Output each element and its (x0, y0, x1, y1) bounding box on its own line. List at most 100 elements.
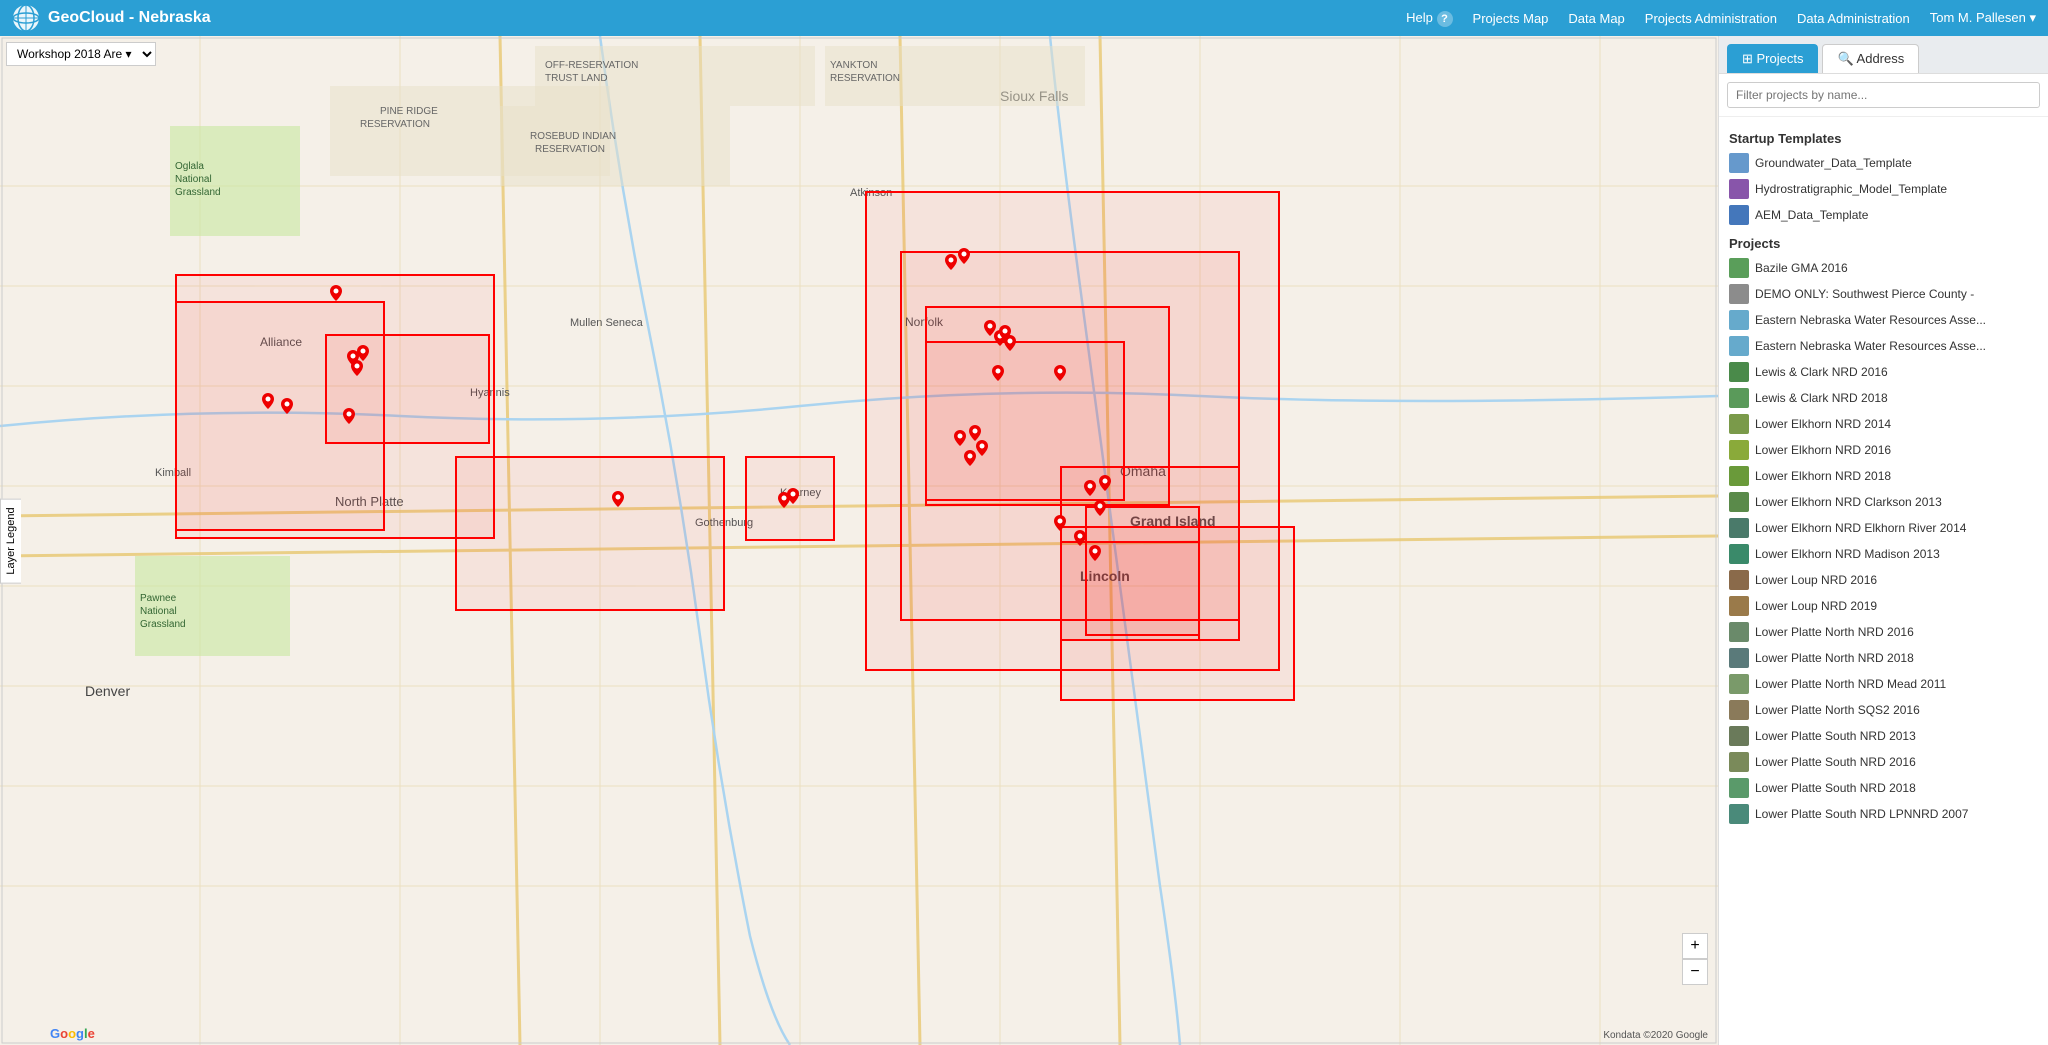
project-name-label: Eastern Nebraska Water Resources Asse... (1755, 313, 1986, 327)
nav-user-menu[interactable]: Tom M. Pallesen ▾ (1930, 10, 2036, 26)
project-thumbnail (1729, 674, 1749, 694)
project-thumbnail (1729, 648, 1749, 668)
project-thumbnail (1729, 622, 1749, 642)
project-list-item[interactable]: Lower Platte North NRD Mead 2011 (1719, 671, 2048, 697)
project-list-item[interactable]: Lewis & Clark NRD 2016 (1719, 359, 2048, 385)
map-pin[interactable] (357, 345, 369, 361)
project-list-item[interactable]: Lower Platte South NRD 2018 (1719, 775, 2048, 801)
map-pin[interactable] (1099, 475, 1111, 491)
nav-projects-map[interactable]: Projects Map (1473, 11, 1549, 26)
map-pin[interactable] (976, 440, 988, 456)
project-name-label: Lower Platte South NRD 2016 (1755, 755, 1916, 769)
project-list-item[interactable]: Lower Platte North NRD 2018 (1719, 645, 2048, 671)
nav-projects-admin[interactable]: Projects Administration (1645, 11, 1777, 26)
project-list-item[interactable]: Lower Platte North SQS2 2016 (1719, 697, 2048, 723)
project-search-input[interactable] (1727, 82, 2040, 108)
project-list-item[interactable]: Lower Loup NRD 2016 (1719, 567, 2048, 593)
map-pin[interactable] (992, 365, 1004, 381)
project-thumbnail (1729, 466, 1749, 486)
startup-template-item[interactable]: Groundwater_Data_Template (1719, 150, 2048, 176)
map-pin[interactable] (1054, 365, 1066, 381)
map-pin[interactable] (612, 491, 624, 507)
project-name-label: Lower Platte North NRD 2016 (1755, 625, 1914, 639)
project-list-item[interactable]: Lewis & Clark NRD 2018 (1719, 385, 2048, 411)
map-pin[interactable] (964, 450, 976, 466)
project-list-item[interactable]: Lower Platte South NRD 2016 (1719, 749, 2048, 775)
map-pin[interactable] (1004, 335, 1016, 351)
svg-text:Grassland: Grassland (175, 187, 221, 198)
project-thumbnail (1729, 388, 1749, 408)
project-thumbnail (1729, 440, 1749, 460)
map-pin[interactable] (958, 248, 970, 264)
project-list-item[interactable]: Lower Platte North NRD 2016 (1719, 619, 2048, 645)
tab-address[interactable]: 🔍 Address (1822, 44, 1919, 73)
project-list-item[interactable]: Eastern Nebraska Water Resources Asse... (1719, 333, 2048, 359)
zoom-in-button[interactable]: + (1682, 933, 1708, 959)
project-name-label: Groundwater_Data_Template (1755, 156, 1912, 170)
right-panel: ⊞ Projects 🔍 Address Startup Templates G… (1718, 36, 2048, 1045)
map-pin[interactable] (1094, 500, 1106, 516)
layer-legend-tab[interactable]: Layer Legend (0, 498, 21, 583)
project-list-item[interactable]: Lower Elkhorn NRD 2014 (1719, 411, 2048, 437)
zoom-controls: + − (1682, 933, 1708, 985)
nav-data-admin[interactable]: Data Administration (1797, 11, 1910, 26)
startup-template-item[interactable]: Hydrostratigraphic_Model_Template (1719, 176, 2048, 202)
project-thumbnail (1729, 153, 1749, 173)
zoom-out-button[interactable]: − (1682, 959, 1708, 985)
map-pin[interactable] (262, 393, 274, 409)
project-list-item[interactable]: Lower Loup NRD 2019 (1719, 593, 2048, 619)
project-name-label: Lower Loup NRD 2016 (1755, 573, 1877, 587)
app-header: GeoCloud - Nebraska Help ? Projects Map … (0, 0, 2048, 36)
startup-templates-list: Groundwater_Data_Template Hydrostratigrap… (1719, 150, 2048, 228)
project-list-item[interactable]: DEMO ONLY: Southwest Pierce County - (1719, 281, 2048, 307)
map-pin[interactable] (945, 254, 957, 270)
project-list-item[interactable]: Bazile GMA 2016 (1719, 255, 2048, 281)
startup-templates-title: Startup Templates (1719, 123, 2048, 150)
project-list-item[interactable]: Lower Elkhorn NRD 2018 (1719, 463, 2048, 489)
logo-area: GeoCloud - Nebraska (12, 4, 1406, 32)
project-name-label: Bazile GMA 2016 (1755, 261, 1848, 275)
project-list-item[interactable]: Lower Elkhorn NRD Madison 2013 (1719, 541, 2048, 567)
projects-title: Projects (1719, 228, 2048, 255)
help-icon: ? (1437, 11, 1453, 27)
nav-help[interactable]: Help ? (1406, 10, 1452, 27)
project-list-item[interactable]: Lower Elkhorn NRD Elkhorn River 2014 (1719, 515, 2048, 541)
map-pin[interactable] (1074, 530, 1086, 546)
project-name-label: Lewis & Clark NRD 2016 (1755, 365, 1888, 379)
svg-text:National: National (140, 606, 177, 617)
map-pin[interactable] (1084, 480, 1096, 496)
map-pin[interactable] (954, 430, 966, 446)
map-pin[interactable] (969, 425, 981, 441)
map-container[interactable]: Sioux Falls Denver Grand Island Lincoln … (0, 36, 1718, 1045)
project-thumbnail (1729, 414, 1749, 434)
map-pin[interactable] (351, 360, 363, 376)
project-thumbnail (1729, 310, 1749, 330)
svg-text:Grassland: Grassland (140, 619, 186, 630)
project-thumbnail (1729, 179, 1749, 199)
tab-projects[interactable]: ⊞ Projects (1727, 44, 1818, 73)
project-thumbnail (1729, 518, 1749, 538)
startup-template-item[interactable]: AEM_Data_Template (1719, 202, 2048, 228)
map-pin[interactable] (281, 398, 293, 414)
project-list-item[interactable]: Lower Elkhorn NRD Clarkson 2013 (1719, 489, 2048, 515)
project-list-item[interactable]: Lower Elkhorn NRD 2016 (1719, 437, 2048, 463)
main-layout: Sioux Falls Denver Grand Island Lincoln … (0, 36, 2048, 1045)
app-title: GeoCloud - Nebraska (48, 9, 211, 27)
map-pin[interactable] (787, 488, 799, 504)
svg-text:RESERVATION: RESERVATION (535, 144, 605, 155)
project-name-label: Lower Loup NRD 2019 (1755, 599, 1877, 613)
project-name-label: Lower Elkhorn NRD 2016 (1755, 443, 1891, 457)
nav-data-map[interactable]: Data Map (1568, 11, 1624, 26)
map-pin[interactable] (1089, 545, 1101, 561)
project-list-item[interactable]: Lower Platte South NRD 2013 (1719, 723, 2048, 749)
map-project-rect (1060, 541, 1200, 641)
project-list-item[interactable]: Eastern Nebraska Water Resources Asse... (1719, 307, 2048, 333)
workshop-dropdown[interactable]: Workshop 2018 Are ▾ (6, 42, 156, 66)
map-pin[interactable] (1054, 515, 1066, 531)
project-list-item[interactable]: Lower Platte South NRD LPNNRD 2007 (1719, 801, 2048, 827)
map-attribution: Kondata ©2020 Google (1603, 1030, 1708, 1041)
map-background: Sioux Falls Denver Grand Island Lincoln … (0, 36, 1718, 1045)
svg-text:OFF-RESERVATION: OFF-RESERVATION (545, 60, 638, 71)
map-pin[interactable] (343, 408, 355, 424)
map-pin[interactable] (330, 285, 342, 301)
